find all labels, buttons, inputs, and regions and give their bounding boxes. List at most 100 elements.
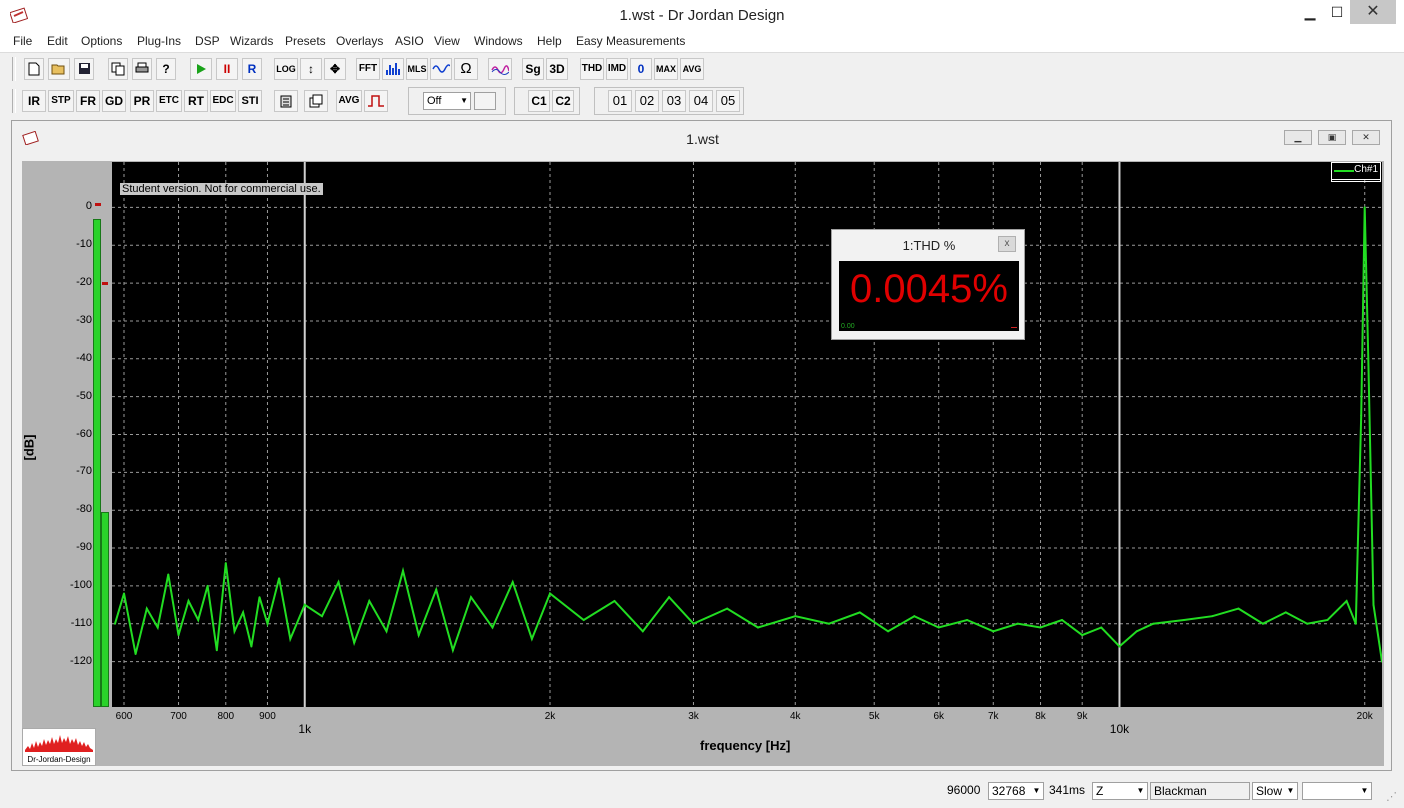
print-icon[interactable] [132, 58, 152, 80]
ir-button[interactable]: IR [22, 90, 46, 112]
new-icon[interactable] [24, 58, 44, 80]
menu-file[interactable]: File [13, 34, 32, 48]
3d-button[interactable]: 3D [546, 58, 568, 80]
spectrum-plot[interactable] [112, 162, 1382, 707]
windows-icon[interactable] [304, 90, 328, 112]
thd-button[interactable]: THD [580, 58, 604, 80]
y-tick-label: -100 [69, 578, 92, 591]
thd-popup-title: 1:THD % [902, 238, 956, 253]
preset-05-button[interactable]: 05 [716, 90, 740, 112]
spectrum-point [992, 630, 995, 633]
spectrum-point [491, 626, 494, 629]
save-icon[interactable] [74, 58, 94, 80]
thd-close-button[interactable]: x [998, 236, 1016, 252]
spectrum-point [1039, 626, 1042, 629]
overlay-wave-icon[interactable] [488, 58, 512, 80]
extra-dropdown[interactable]: ▼ [1302, 782, 1372, 800]
logo-text: Dr-Jordan-Design [27, 755, 91, 764]
avg-toggle-button[interactable]: AVG [336, 90, 362, 112]
spectrum-point [827, 622, 830, 625]
menu-asio[interactable]: ASIO [395, 34, 424, 48]
y-tick-label: -90 [76, 541, 92, 554]
log-button[interactable]: LOG [274, 58, 298, 80]
y-axis-label: [dB] [21, 434, 37, 461]
menu-plugins[interactable]: Plug-Ins [137, 34, 181, 48]
mls-button[interactable]: MLS [406, 58, 428, 80]
vertical-arrow-icon[interactable]: ↕ [300, 58, 322, 80]
gd-button[interactable]: GD [102, 90, 126, 112]
pr-button[interactable]: PR [130, 90, 154, 112]
spectrum-point [794, 615, 797, 618]
spectrum-point [582, 618, 585, 621]
spectrum-point [1237, 607, 1240, 610]
sti-button[interactable]: STI [238, 90, 262, 112]
imd-button[interactable]: IMD [606, 58, 628, 80]
stp-button[interactable]: STP [48, 90, 74, 112]
spectrum-point [1261, 622, 1264, 625]
chevron-down-icon: ▼ [1134, 783, 1147, 799]
move-icon[interactable]: ✥ [324, 58, 346, 80]
play-icon[interactable] [190, 58, 212, 80]
pause-icon[interactable]: II [216, 58, 238, 80]
avg-button[interactable]: AVG [680, 58, 704, 80]
smoothing-apply-button[interactable] [474, 92, 496, 110]
rt-button[interactable]: RT [184, 90, 208, 112]
menu-dsp[interactable]: DSP [195, 34, 220, 48]
inner-restore-button[interactable]: ▣ [1318, 130, 1346, 145]
pulse-icon[interactable] [364, 90, 388, 112]
speed-dropdown[interactable]: Slow ▼ [1252, 782, 1298, 800]
etc-button[interactable]: ETC [156, 90, 182, 112]
menu-help[interactable]: Help [537, 34, 562, 48]
spectrum-icon[interactable] [382, 58, 404, 80]
open-icon[interactable] [48, 58, 70, 80]
level-meter-left [93, 219, 101, 707]
menu-view[interactable]: View [434, 34, 460, 48]
inner-minimize-button[interactable]: ▁ [1284, 130, 1312, 145]
copy-icon[interactable] [108, 58, 128, 80]
fr-button[interactable]: FR [76, 90, 100, 112]
sine-icon[interactable] [430, 58, 452, 80]
max-button[interactable]: MAX [654, 58, 678, 80]
export-icon[interactable] [274, 90, 298, 112]
weighting-dropdown[interactable]: Z ▼ [1092, 782, 1148, 800]
fft-button[interactable]: FFT [356, 58, 380, 80]
thd-value: 0.0045% [850, 267, 1008, 311]
menu-easy-measurements[interactable]: Easy Measurements [576, 34, 685, 48]
menu-edit[interactable]: Edit [47, 34, 68, 48]
ohm-button[interactable]: Ω [454, 58, 478, 80]
legend-extra [1331, 179, 1381, 182]
preset-03-button[interactable]: 03 [662, 90, 686, 112]
zero-button[interactable]: 0 [630, 58, 652, 80]
inner-close-button[interactable]: ✕ [1352, 130, 1380, 145]
peak-indicator-left [95, 203, 101, 206]
preset-01-button[interactable]: 01 [608, 90, 632, 112]
preset-04-button[interactable]: 04 [689, 90, 713, 112]
spectrum-point [692, 622, 695, 625]
maximize-button[interactable]: ☐ [1324, 0, 1350, 24]
help-icon[interactable]: ? [156, 58, 176, 80]
resize-grip-icon[interactable]: ⋰ [1386, 790, 1400, 804]
spectrum-point [215, 649, 218, 652]
spectrum-point [303, 603, 306, 606]
edc-button[interactable]: EDC [210, 90, 236, 112]
legend-swatch [1334, 170, 1354, 172]
menu-options[interactable]: Options [81, 34, 122, 48]
menu-overlays[interactable]: Overlays [336, 34, 383, 48]
channel-c2-button[interactable]: C2 [552, 90, 574, 112]
channel-c1-button[interactable]: C1 [528, 90, 550, 112]
sg-button[interactable]: Sg [522, 58, 544, 80]
menu-windows[interactable]: Windows [474, 34, 523, 48]
close-button[interactable]: ✕ [1350, 0, 1396, 24]
spectrum-point [1060, 618, 1063, 621]
preset-02-button[interactable]: 02 [635, 90, 659, 112]
thd-popup[interactable]: 1:THD % x 0.0045% 0.00 [831, 229, 1025, 340]
spectrum-point [258, 596, 261, 599]
smoothing-dropdown[interactable]: Off ▼ [423, 92, 471, 110]
legend[interactable]: Ch#1 [1331, 162, 1381, 180]
fft-size-dropdown[interactable]: 32768 ▼ [988, 782, 1044, 800]
spectrum-point [278, 577, 281, 580]
menu-wizards[interactable]: Wizards [230, 34, 273, 48]
r-button[interactable]: R [242, 58, 262, 80]
menu-presets[interactable]: Presets [285, 34, 326, 48]
minimize-button[interactable]: ▁ [1296, 0, 1324, 24]
